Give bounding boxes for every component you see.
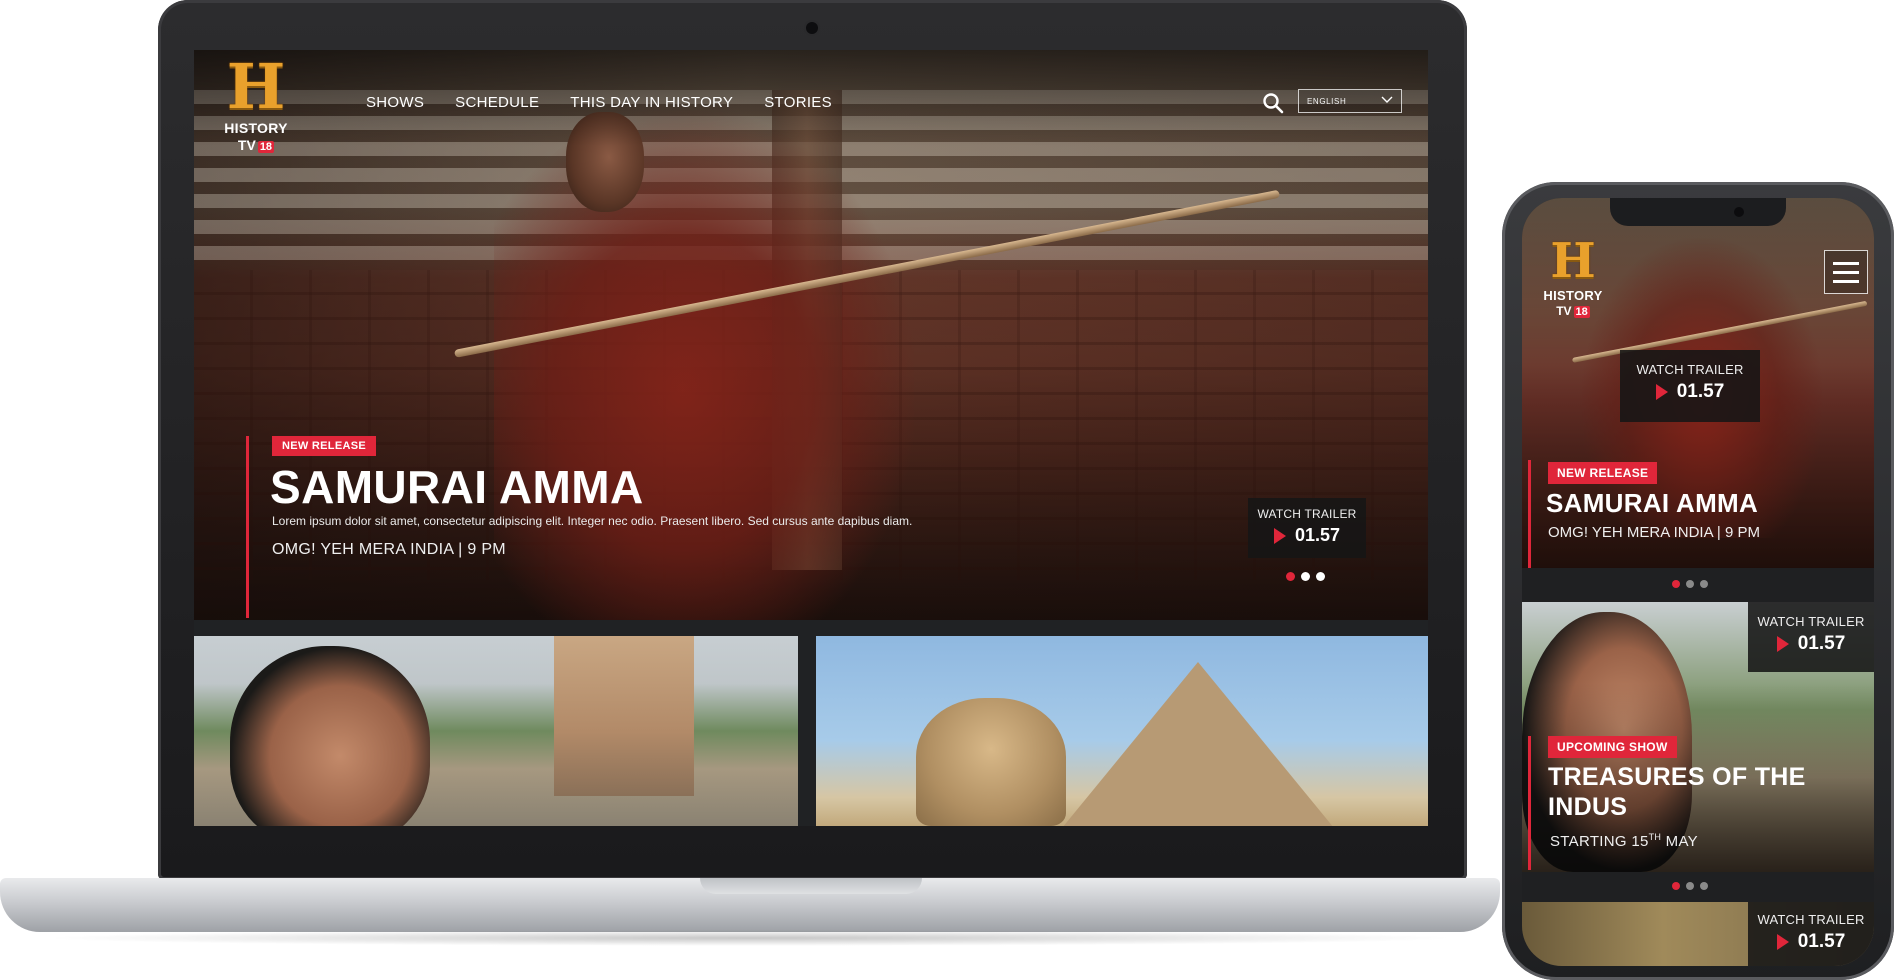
phone-logo-18-badge: 18	[1573, 306, 1590, 318]
main-nav: SHOWS SCHEDULE THIS DAY IN HISTORY STORI…	[366, 94, 832, 111]
phone-card-title: TREASURES OF THE INDUS	[1548, 763, 1806, 821]
phone-hero-trailer-label: WATCH TRAILER	[1636, 362, 1744, 377]
hero-accent-bar	[246, 436, 249, 618]
phone-card-carousel-dots	[1672, 882, 1708, 890]
phone-logo-tv-text: TV 18	[1556, 304, 1590, 318]
history-tv18-logo[interactable]: H HISTORY TV 18	[216, 56, 296, 162]
phone-notch	[1610, 198, 1786, 226]
carousel-dot-3[interactable]	[1316, 572, 1325, 581]
phone-logo-h-letter: H	[1550, 233, 1596, 289]
play-icon	[1655, 384, 1668, 400]
hero-carousel-dots	[1286, 572, 1325, 581]
hero-title: SAMURAI AMMA	[270, 461, 644, 513]
hero-image-woman	[494, 110, 914, 620]
carousel-dot-2[interactable]	[1686, 580, 1694, 588]
watch-trailer-label: WATCH TRAILER	[1257, 507, 1357, 521]
nav-link-this-day-in-history[interactable]: THIS DAY IN HISTORY	[570, 94, 733, 111]
phone-new-release-badge: NEW RELEASE	[1548, 462, 1658, 484]
phone-card3-trailer-label: WATCH TRAILER	[1757, 912, 1865, 927]
tile-image-monument	[554, 636, 694, 796]
phone-hero-watch-trailer-button[interactable]: WATCH TRAILER 01.57	[1620, 350, 1760, 422]
trailer-duration: 01.57	[1273, 525, 1341, 546]
phone-logo-history-text: HISTORY	[1543, 288, 1603, 303]
carousel-dot-2[interactable]	[1301, 572, 1310, 581]
phone-card-trailer-label: WATCH TRAILER	[1757, 614, 1865, 629]
language-select[interactable]: ENGLISH	[1298, 89, 1402, 113]
laptop-shadow	[40, 930, 1460, 946]
phone-hero-title: SAMURAI AMMA	[1546, 488, 1759, 518]
hero-description: Lorem ipsum dolor sit amet, consectetur …	[272, 514, 913, 528]
hero-schedule: OMG! YEH MERA INDIA | 9 PM	[272, 541, 506, 558]
laptop-hinge-notch	[700, 878, 922, 894]
play-icon	[1776, 934, 1789, 950]
phone-camera	[1734, 207, 1744, 217]
carousel-dot-3[interactable]	[1700, 580, 1708, 588]
phone-hero-schedule: OMG! YEH MERA INDIA | 9 PM	[1548, 524, 1760, 541]
phone-show-card-indus[interactable]: WATCH TRAILER 01.57 UPCOMING SHOW TREASU…	[1522, 602, 1874, 872]
phone-card-trailer-duration: 01.57	[1776, 633, 1846, 655]
carousel-dot-2[interactable]	[1686, 882, 1694, 890]
language-value: ENGLISH	[1307, 96, 1347, 106]
carousel-dot-1[interactable]	[1286, 572, 1295, 581]
show-tile-indus[interactable]	[194, 636, 798, 826]
phone-card3-trailer-time: 01.57	[1797, 931, 1846, 952]
phone-screen: H HISTORY TV 18 WATCH TRAILER 01.57 NEW R…	[1522, 198, 1874, 966]
trailer-time-value: 01.57	[1294, 525, 1341, 545]
nav-link-stories[interactable]: STORIES	[764, 94, 832, 111]
tile-image-presenter	[230, 646, 430, 826]
show-tile-egypt[interactable]	[816, 636, 1428, 826]
upcoming-show-badge: UPCOMING SHOW	[1548, 736, 1677, 758]
nav-link-shows[interactable]: SHOWS	[366, 94, 424, 111]
phone-hero-trailer-duration: 01.57	[1655, 381, 1725, 403]
carousel-dot-3[interactable]	[1700, 882, 1708, 890]
laptop-camera	[806, 22, 818, 34]
logo-history-text: HISTORY	[224, 120, 288, 136]
phone-history-tv18-logo[interactable]: H HISTORY TV 18	[1536, 236, 1610, 332]
logo-h-letter: H	[226, 50, 286, 123]
hamburger-menu-icon[interactable]	[1824, 250, 1868, 294]
carousel-dot-1[interactable]	[1672, 580, 1680, 588]
logo-tv-text: TV 18	[237, 137, 275, 153]
search-icon[interactable]	[1262, 92, 1284, 114]
play-icon	[1273, 527, 1286, 544]
tile-image-sphinx	[916, 698, 1066, 826]
tile-image-pyramid	[1062, 662, 1334, 826]
carousel-dot-1[interactable]	[1672, 882, 1680, 890]
nav-link-schedule[interactable]: SCHEDULE	[455, 94, 539, 111]
phone-card-trailer-time: 01.57	[1797, 633, 1846, 654]
chevron-down-icon	[1381, 96, 1393, 106]
phone-hero-trailer-time: 01.57	[1676, 381, 1725, 402]
new-release-badge: NEW RELEASE	[272, 436, 376, 456]
phone-show-card-3[interactable]: WATCH TRAILER 01.57	[1522, 902, 1874, 966]
laptop-screen: H HISTORY TV 18 SHOWS SCHEDULE THIS DAY I…	[194, 50, 1428, 826]
phone-card3-watch-trailer-button[interactable]: WATCH TRAILER 01.57	[1748, 902, 1874, 966]
phone-card-watch-trailer-button[interactable]: WATCH TRAILER 01.57	[1748, 602, 1874, 672]
phone-card3-trailer-duration: 01.57	[1776, 931, 1846, 953]
phone-hero-accent-bar	[1528, 460, 1531, 568]
watch-trailer-button[interactable]: WATCH TRAILER 01.57	[1248, 498, 1366, 558]
play-icon	[1776, 636, 1789, 652]
logo-18-badge: 18	[257, 141, 275, 153]
phone-card-accent-bar	[1528, 736, 1531, 870]
phone-hero-carousel-dots	[1672, 580, 1708, 588]
phone-card-start-date: STARTING 15TH MAY	[1550, 832, 1698, 850]
